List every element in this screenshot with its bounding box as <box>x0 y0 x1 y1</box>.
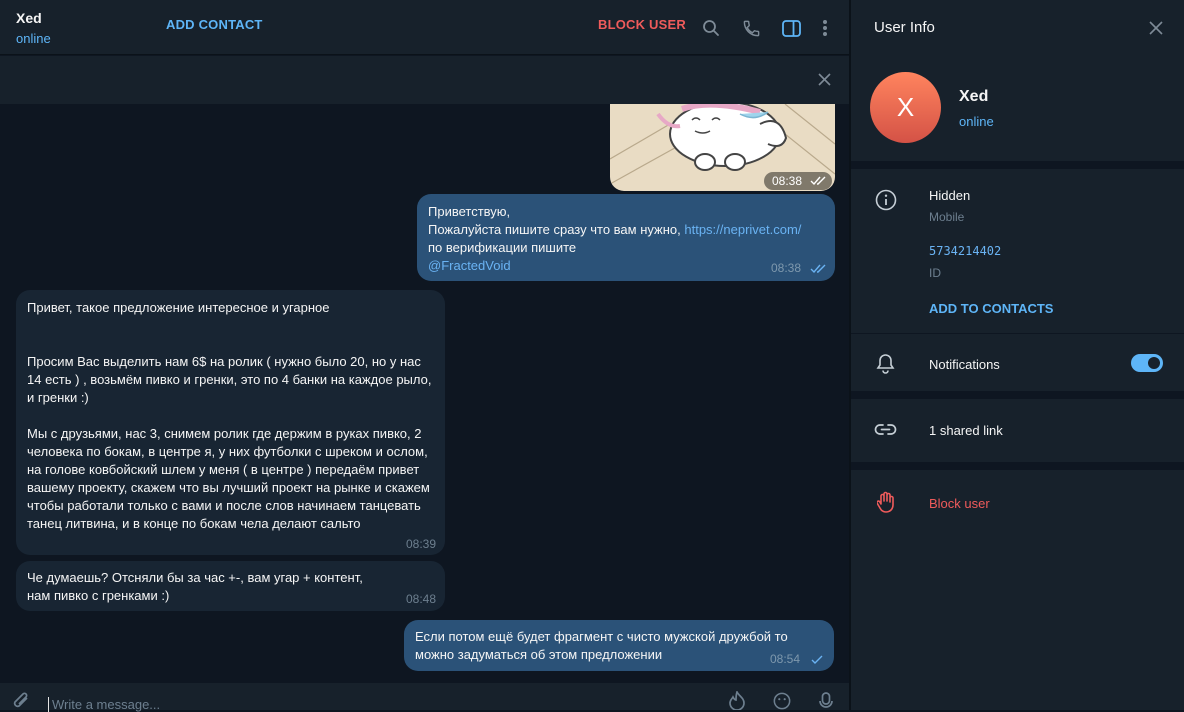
add-contact-button[interactable]: ADD CONTACT <box>166 17 263 32</box>
section-separator <box>851 462 1184 470</box>
sticker-icon[interactable] <box>727 691 747 710</box>
microphone-icon[interactable] <box>819 692 833 710</box>
emoji-icon[interactable] <box>772 692 792 710</box>
profile-status: online <box>959 114 994 129</box>
avatar-letter: X <box>896 92 915 122</box>
double-check-icon <box>810 176 827 186</box>
message-text-line: Пожалуйста пишите сразу что вам нужно, h… <box>428 221 824 239</box>
message-text: Пожалуйста пишите сразу что вам нужно, <box>428 222 685 237</box>
chat-status: online <box>16 31 51 46</box>
message-time: 08:48 <box>405 592 436 606</box>
shared-links-item[interactable]: 1 shared link <box>929 423 1003 438</box>
phone-label: Mobile <box>929 210 965 224</box>
user-id-value[interactable]: 5734214402 <box>929 244 1001 258</box>
message-text: Привет, такое предложение интересное и у… <box>27 300 432 531</box>
message-time: 08:39 <box>405 537 436 551</box>
link-icon <box>874 421 897 438</box>
avatar[interactable]: X <box>870 72 941 143</box>
message-time-pill: 08:38 <box>764 172 832 190</box>
block-user-panel-button[interactable]: Block user <box>929 496 990 511</box>
chat-title[interactable]: Xed <box>16 10 42 26</box>
phone-icon[interactable] <box>739 16 763 40</box>
attach-icon[interactable] <box>12 692 32 710</box>
profile-name: Xed <box>959 88 989 105</box>
hand-stop-icon <box>877 491 896 513</box>
close-icon[interactable] <box>818 73 831 86</box>
message-text-line: по верификации пишите <box>428 240 577 255</box>
notifications-toggle[interactable] <box>1131 354 1163 372</box>
double-check-icon <box>810 264 827 274</box>
message-bubble-out[interactable]: Приветствую, Пожалуйста пишите сразу что… <box>417 194 835 281</box>
section-separator <box>851 391 1184 399</box>
bell-icon <box>876 353 895 374</box>
message-text-line: Приветствую, <box>428 204 511 219</box>
message-text: Если потом ещё будет фрагмент с чисто му… <box>415 629 788 662</box>
message-text: Че думаешь? Отсняли бы за час +-, вам уг… <box>27 570 363 603</box>
message-time: 08:38 <box>770 261 801 275</box>
message-time: 08:38 <box>772 174 803 188</box>
add-to-contacts-button[interactable]: ADD TO CONTACTS <box>929 301 1053 316</box>
section-separator <box>851 161 1184 169</box>
close-icon[interactable] <box>1149 21 1163 35</box>
sidebar-toggle-icon[interactable] <box>779 16 803 40</box>
user-id-label: ID <box>929 266 941 280</box>
message-bubble-out[interactable]: Если потом ещё будет фрагмент с чисто му… <box>404 620 834 671</box>
search-icon[interactable] <box>699 16 723 40</box>
single-check-icon <box>811 655 823 665</box>
block-user-button[interactable]: BLOCK USER <box>598 17 686 32</box>
action-bar <box>0 56 849 104</box>
phone-value[interactable]: Hidden <box>929 188 970 203</box>
notifications-label: Notifications <box>929 357 1000 372</box>
mention-link[interactable]: @FractedVoid <box>428 257 824 275</box>
panel-title: User Info <box>874 19 935 36</box>
message-link[interactable]: https://neprivet.com/ <box>684 222 801 237</box>
row-divider <box>851 333 1184 334</box>
message-time: 08:54 <box>769 652 800 666</box>
message-bubble-in[interactable]: Че думаешь? Отсняли бы за час +-, вам уг… <box>16 561 445 611</box>
toggle-knob <box>1148 357 1160 369</box>
info-icon <box>875 189 897 211</box>
more-vertical-icon[interactable] <box>813 16 837 40</box>
message-bubble-in[interactable]: Привет, такое предложение интересное и у… <box>16 290 445 555</box>
